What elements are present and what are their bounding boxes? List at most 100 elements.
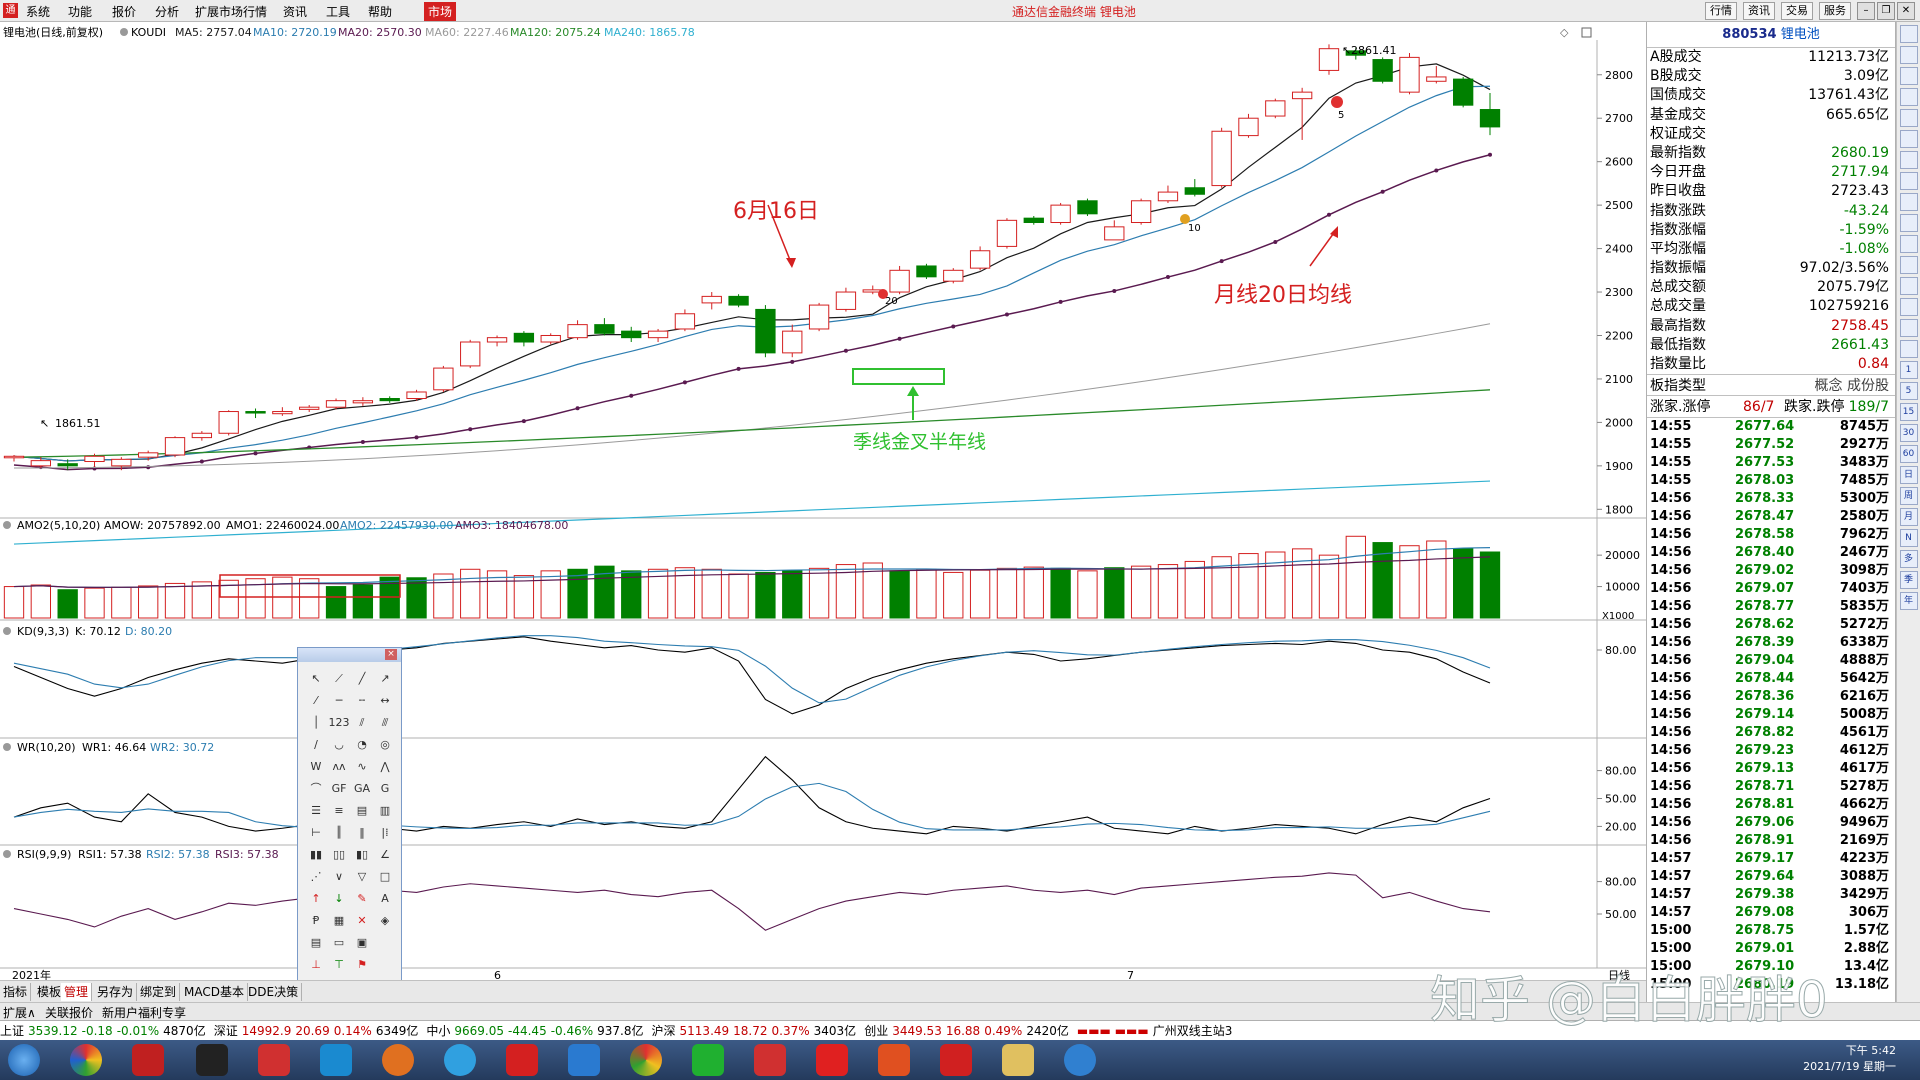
side-tool-icon[interactable] <box>1899 193 1918 211</box>
period-button[interactable]: 季 <box>1899 571 1918 589</box>
ie-icon[interactable] <box>444 1044 476 1076</box>
sell-mark-icon[interactable]: ⊤ <box>328 954 350 976</box>
bars2-icon[interactable]: ▯▯ <box>328 844 350 866</box>
new-user-promo-tab[interactable]: 新用户福利专享 <box>102 1004 186 1021</box>
image-icon[interactable]: ▣ <box>351 932 373 954</box>
fan-icon[interactable]: ∕ <box>305 734 327 756</box>
period-button[interactable]: 多 <box>1899 550 1918 568</box>
line-segment-icon[interactable]: ⟋ <box>328 668 350 690</box>
index-ticker[interactable]: 上证 3539.12 -0.18 -0.01% 4870亿 <box>0 1024 210 1038</box>
side-tool-icon[interactable] <box>1899 151 1918 169</box>
side-tool-icon[interactable] <box>1899 214 1918 232</box>
time-zone-icon[interactable]: |⁞ <box>374 822 396 844</box>
firefox-icon[interactable] <box>382 1044 414 1076</box>
hline-icon[interactable]: ─ <box>328 690 350 712</box>
qq-icon[interactable] <box>196 1044 228 1076</box>
text-icon[interactable]: A <box>374 888 396 910</box>
restore-icon[interactable]: ❐ <box>1877 2 1895 20</box>
kline-chart[interactable]: 2800 2700 2600 2500 2400 2300 2200 2100 2000 1900… <box>0 22 1650 980</box>
index-ticker[interactable]: 创业 3449.53 16.88 0.49% 2420亿 <box>864 1024 1073 1038</box>
panel-toggle-icon[interactable] <box>1581 27 1592 38</box>
fib-time-icon[interactable]: ‖ <box>351 822 373 844</box>
tab-bind[interactable]: 绑定到 <box>137 983 181 1001</box>
side-tool-icon[interactable] <box>1899 256 1918 274</box>
tab-save-as[interactable]: 另存为 <box>94 983 138 1001</box>
start-button-icon[interactable] <box>8 1044 40 1076</box>
delete-icon[interactable]: ✕ <box>351 910 373 932</box>
pen-icon[interactable]: ✎ <box>351 888 373 910</box>
angle-icon[interactable]: ∠ <box>374 844 396 866</box>
cycle-icon[interactable]: ◔ <box>351 734 373 756</box>
quote-button[interactable]: 行情 <box>1705 2 1737 20</box>
side-tool-icon[interactable] <box>1899 130 1918 148</box>
channel-icon[interactable]: ⫻ <box>374 712 396 734</box>
index-ticker[interactable]: 沪深 5113.49 18.72 0.37% 3403亿 <box>652 1024 861 1038</box>
side-tool-icon[interactable] <box>1899 88 1918 106</box>
cycle-lines-icon[interactable]: ║ <box>328 822 350 844</box>
gann-angle-icon[interactable]: GA <box>351 778 373 800</box>
up-arrow-icon[interactable]: ↑ <box>305 888 327 910</box>
down-triangle-icon[interactable]: ∨ <box>328 866 350 888</box>
bars-icon[interactable]: ▮▮ <box>305 844 327 866</box>
period-icon[interactable]: ⊢ <box>305 822 327 844</box>
period-button[interactable]: 日 <box>1899 466 1918 484</box>
system-clock[interactable]: 下午 5:42 2021/7/19 星期一 <box>1803 1043 1896 1075</box>
wr-toggle-icon[interactable] <box>3 743 11 751</box>
side-tool-icon[interactable] <box>1899 340 1918 358</box>
down-arrow-icon[interactable]: ↓ <box>328 888 350 910</box>
cloud-icon[interactable] <box>320 1044 352 1076</box>
side-tool-icon[interactable] <box>1899 319 1918 337</box>
ratio-icon[interactable]: 123 <box>328 712 350 734</box>
speed-icon[interactable]: ⋰ <box>305 866 327 888</box>
period-button[interactable]: 年 <box>1899 592 1918 610</box>
menu-item-analysis[interactable]: 分析 <box>155 3 179 20</box>
fib-ext-icon[interactable]: ≡ <box>328 800 350 822</box>
gann-icon[interactable]: ⌒ <box>305 778 327 800</box>
app-icon[interactable] <box>258 1044 290 1076</box>
period-button[interactable]: 月 <box>1899 508 1918 526</box>
minimize-icon[interactable]: – <box>1857 2 1875 20</box>
zigzag-icon[interactable]: ʌʌ <box>328 756 350 778</box>
gann-box-icon[interactable]: G <box>374 778 396 800</box>
trade-button[interactable]: 交易 <box>1781 2 1813 20</box>
buy-mark-icon[interactable]: ⊥ <box>305 954 327 976</box>
palette-icon[interactable]: ◈ <box>374 910 396 932</box>
side-tool-icon[interactable] <box>1899 235 1918 253</box>
browser-icon[interactable] <box>70 1044 102 1076</box>
index-ticker[interactable]: 中小 9669.05 -44.45 -0.46% 937.8亿 <box>426 1024 647 1038</box>
station-label[interactable]: 广州双线主站3 <box>1153 1024 1233 1038</box>
expand-button[interactable]: 扩展∧ <box>3 1004 36 1021</box>
tab-indicator[interactable]: 指标 <box>0 983 32 1001</box>
period-button[interactable]: 周 <box>1899 487 1918 505</box>
line-icon[interactable]: ╱ <box>351 668 373 690</box>
fib-arc-icon[interactable]: ▥ <box>374 800 396 822</box>
menu-item-system[interactable]: 系统 <box>26 3 50 20</box>
period-button[interactable]: N <box>1899 529 1918 547</box>
period-button[interactable]: 1 <box>1899 361 1918 379</box>
app3-icon[interactable] <box>878 1044 910 1076</box>
trend-icon[interactable]: ∿ <box>351 756 373 778</box>
close-icon[interactable]: ✕ <box>1897 2 1915 20</box>
tab-manage[interactable]: 管理 <box>61 983 93 1001</box>
swing-icon[interactable]: ⋀ <box>374 756 396 778</box>
tab-dde[interactable]: DDE决策 <box>245 983 303 1001</box>
related-quote-tab[interactable]: 关联报价 <box>45 1004 93 1021</box>
ray-icon[interactable]: ⁄ <box>305 690 327 712</box>
window-icon[interactable]: ▭ <box>328 932 350 954</box>
arc-icon[interactable]: ◡ <box>328 734 350 756</box>
app4-icon[interactable] <box>1064 1044 1096 1076</box>
period-button[interactable]: 15 <box>1899 403 1918 421</box>
triangle-icon[interactable]: ▽ <box>351 866 373 888</box>
menu-item-news[interactable]: 资讯 <box>283 3 307 20</box>
side-tool-icon[interactable] <box>1899 172 1918 190</box>
period-button[interactable]: 60 <box>1899 445 1918 463</box>
rsi-toggle-icon[interactable] <box>3 850 11 858</box>
rect-icon[interactable]: □ <box>374 866 396 888</box>
netease-icon[interactable] <box>754 1044 786 1076</box>
service-button[interactable]: 服务 <box>1819 2 1851 20</box>
chrome-icon[interactable] <box>630 1044 662 1076</box>
period-button[interactable]: 30 <box>1899 424 1918 442</box>
side-tool-icon[interactable] <box>1899 277 1918 295</box>
close-icon[interactable]: × <box>385 649 397 660</box>
dual-arrow-icon[interactable]: ↔ <box>374 690 396 712</box>
